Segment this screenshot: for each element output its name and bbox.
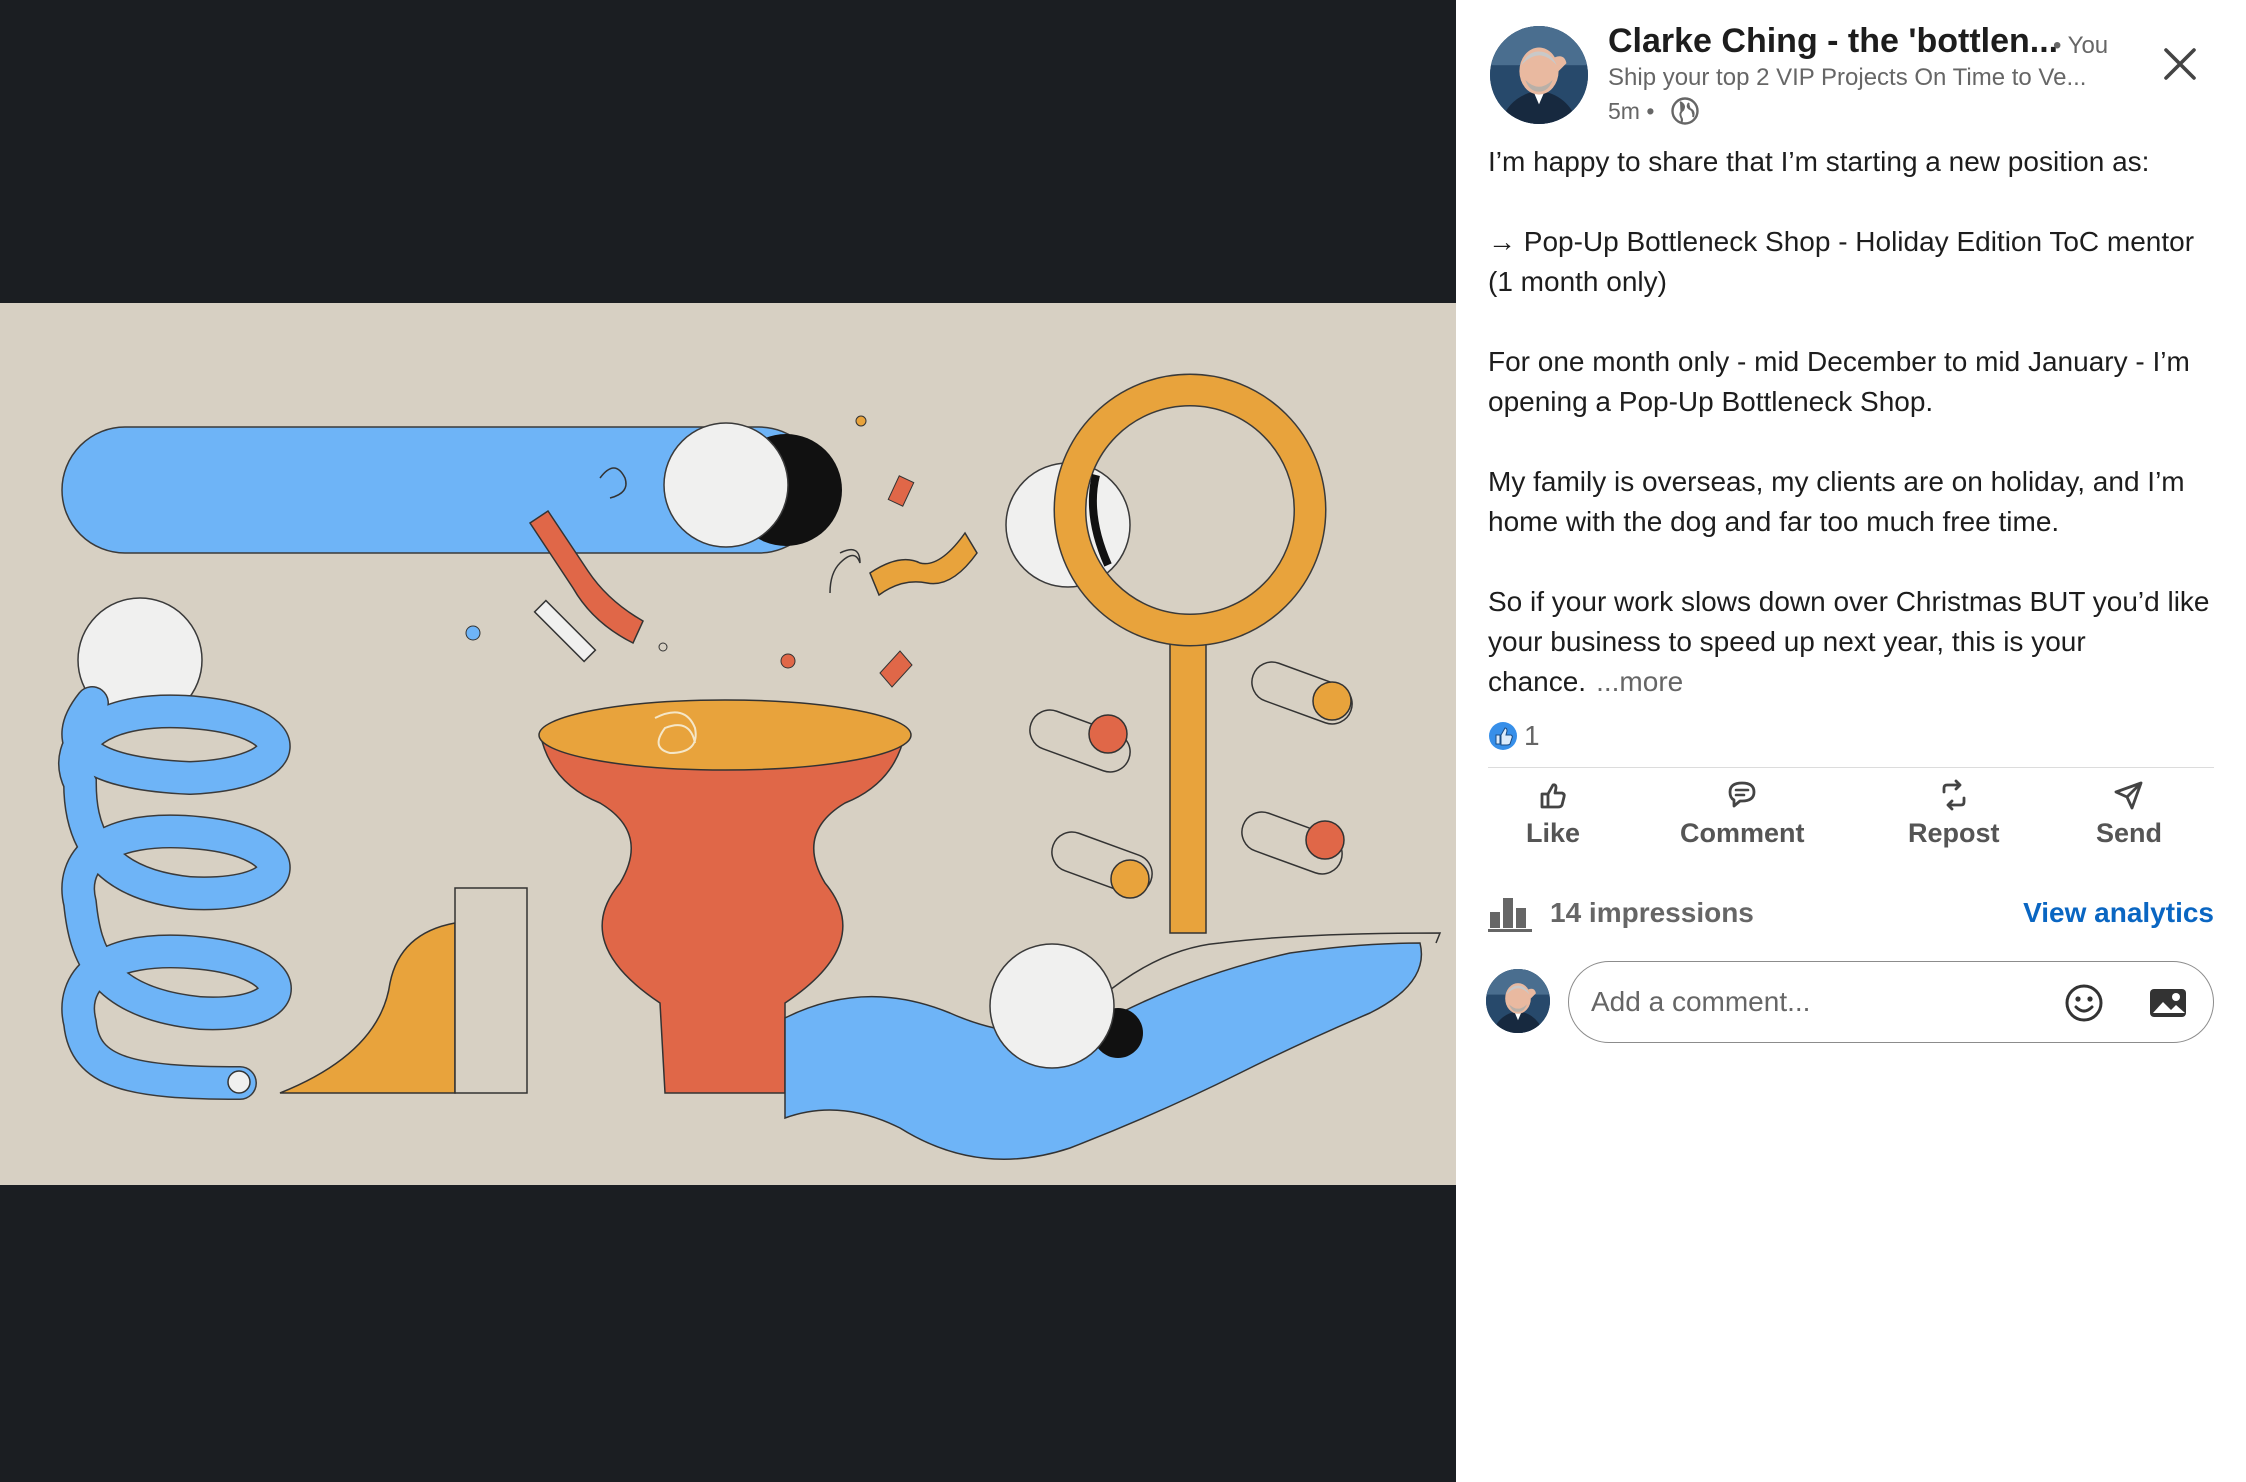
reactions-summary[interactable]: 1 [1488,719,1540,753]
repost-label: Repost [1908,818,2000,848]
divider [1488,767,2214,768]
like-reaction-icon [1489,722,1517,750]
comment-button[interactable]: Comment [1680,778,1805,858]
post-paragraph: For one month only - mid December to mid… [1488,346,2190,417]
thumbs-up-icon [1540,783,1566,809]
view-analytics-link[interactable]: View analytics [2023,897,2214,929]
send-button[interactable]: Send [2096,778,2162,858]
see-more-link[interactable]: ...more [1596,666,1683,697]
globe-icon [1671,97,1699,125]
analytics-row: 14 impressions View analytics [1488,893,2214,933]
close-button[interactable] [2156,40,2204,88]
author-avatar[interactable] [1490,26,1588,124]
post-image [0,303,1456,1185]
author-headline: Ship your top 2 VIP Projects On Time to … [1608,64,2087,91]
author-name[interactable]: Clarke Ching - the 'bottlen... [1608,22,2058,61]
post-detail-panel: Clarke Ching - the 'bottlen... • You Shi… [1456,0,2246,1482]
post-timestamp: 5m • [1608,98,1655,124]
image-icon[interactable] [2147,982,2189,1024]
comment-icon [1728,781,1756,808]
post-paragraph: My family is overseas, my clients are on… [1488,466,2185,537]
media-viewer [0,0,1456,1482]
reaction-count: 1 [1524,720,1540,751]
send-label: Send [2096,818,2163,848]
send-icon [2114,781,2143,810]
comment-box[interactable] [1568,961,2214,1043]
post-paragraph-last: So if your work slows down over Christma… [1488,582,2214,702]
comment-input[interactable] [1591,986,2061,1018]
connection-degree: • You [2053,32,2109,59]
post-paragraph: → Pop-Up Bottleneck Shop - Holiday Editi… [1488,226,2195,297]
impressions-count: 14 impressions [1550,897,1754,928]
post-paragraph: I’m happy to share that I’m starting a n… [1488,146,2150,177]
repost-icon [1942,779,1966,811]
commenter-avatar [1486,969,1550,1033]
comment-label: Comment [1680,818,1805,848]
like-label: Like [1526,818,1581,848]
like-button[interactable]: Like [1526,778,1580,858]
repost-button[interactable]: Repost [1908,778,2000,858]
emoji-icon[interactable] [2063,982,2105,1024]
bar-chart-icon [1488,898,1532,932]
post-text: I’m happy to share that I’m starting a n… [1488,142,2214,702]
